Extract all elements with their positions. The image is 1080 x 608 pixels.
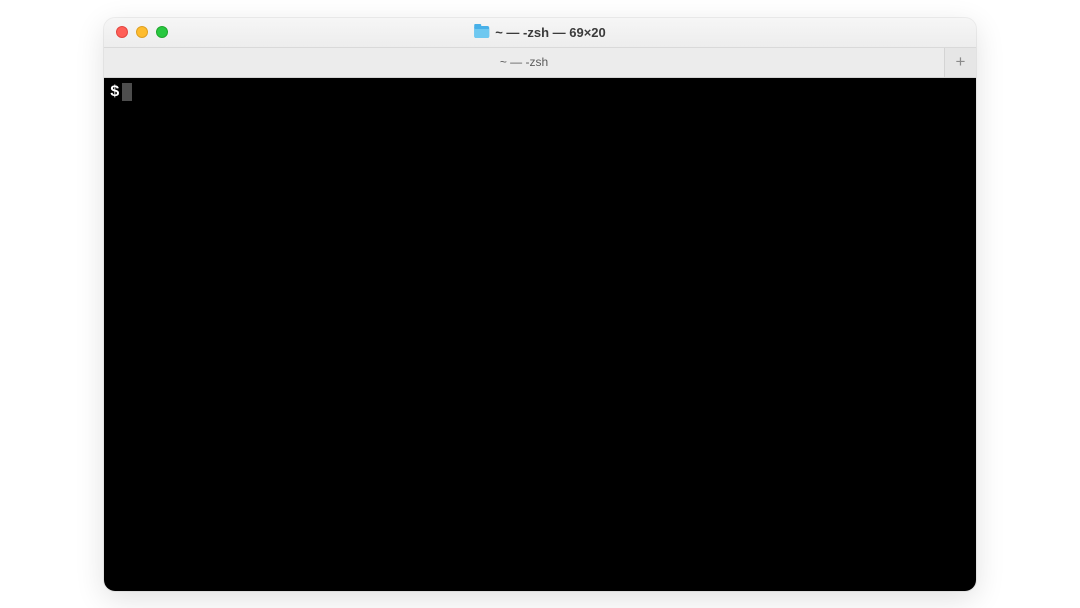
titlebar[interactable]: ~ — -zsh — 69×20 <box>104 18 976 48</box>
plus-icon: + <box>956 52 966 72</box>
tab-zsh[interactable]: ~ — -zsh <box>104 48 944 77</box>
prompt-symbol: $ <box>110 83 122 101</box>
tab-bar: ~ — -zsh + <box>104 48 976 78</box>
window-title-group: ~ — -zsh — 69×20 <box>474 25 606 40</box>
tab-label: ~ — -zsh <box>500 55 548 69</box>
terminal-line: $ <box>110 82 970 102</box>
traffic-lights <box>116 26 168 38</box>
close-icon[interactable] <box>116 26 128 38</box>
folder-icon <box>474 26 489 38</box>
window-title: ~ — -zsh — 69×20 <box>495 25 606 40</box>
new-tab-button[interactable]: + <box>944 48 976 77</box>
maximize-icon[interactable] <box>156 26 168 38</box>
terminal-area[interactable]: $ <box>104 78 976 591</box>
minimize-icon[interactable] <box>136 26 148 38</box>
text-cursor <box>122 83 132 101</box>
terminal-window: ~ — -zsh — 69×20 ~ — -zsh + $ <box>104 18 976 591</box>
